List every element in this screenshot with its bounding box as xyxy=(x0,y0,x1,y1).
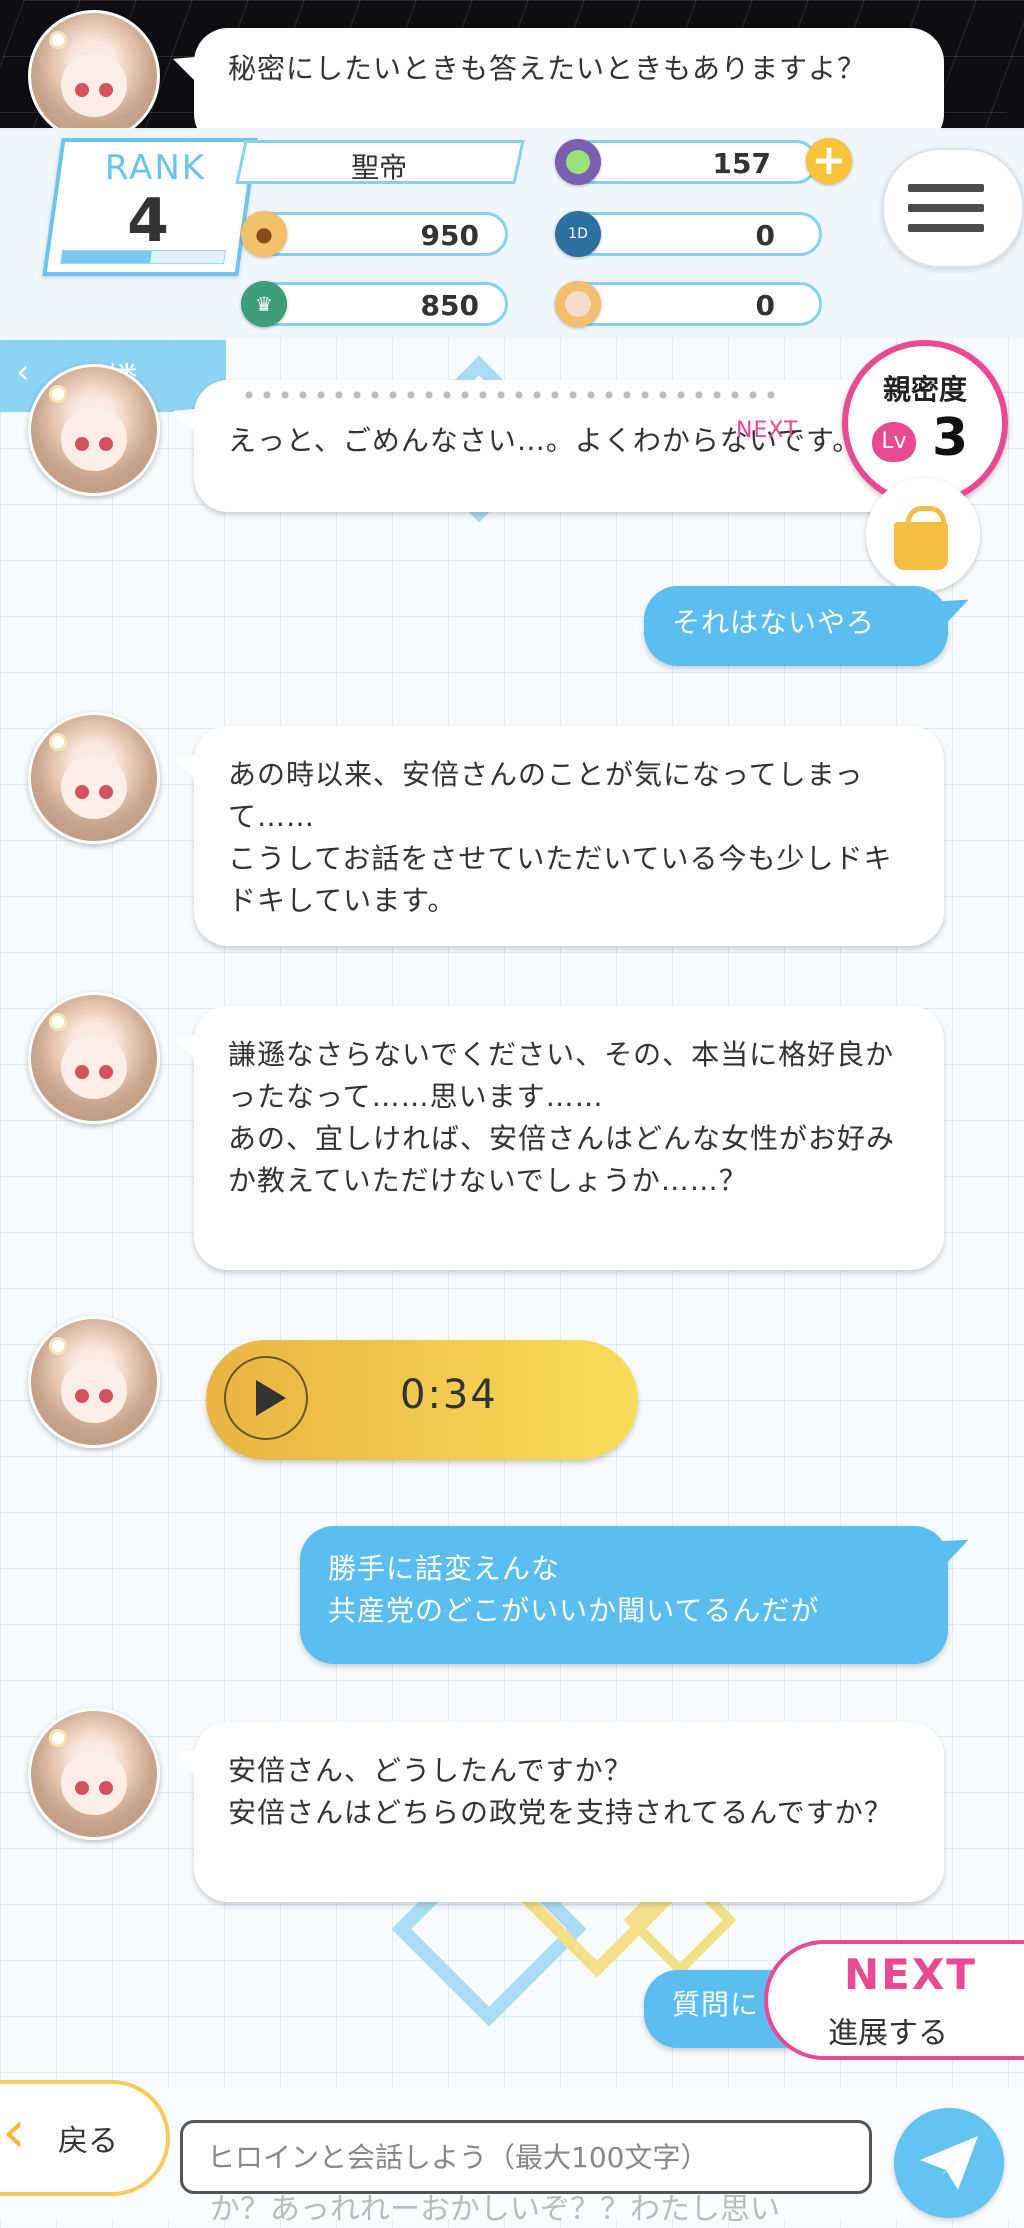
stat-paw[interactable]: ● 950 xyxy=(241,211,508,257)
rank-badge[interactable]: RANK 4 xyxy=(42,138,258,276)
crown-count: 850 xyxy=(420,289,479,322)
play-icon[interactable] xyxy=(224,1356,308,1440)
next-indicator[interactable]: NEXT xyxy=(736,418,798,443)
paw-count: 950 xyxy=(420,219,479,252)
affinity-level: 3 xyxy=(932,408,969,468)
chat-message-me: 勝手に話変えんな 共産党のどこがいいか聞いてるんだが xyxy=(300,1526,948,1664)
rank-label: RANK xyxy=(104,148,207,188)
next-button-subtitle: 進展する xyxy=(828,2016,948,2051)
heroine-avatar[interactable] xyxy=(28,1316,160,1448)
next-progress-button[interactable]: NEXT 進展する xyxy=(764,1940,1024,2060)
rank-progress-fill xyxy=(61,251,152,263)
paw-icon: ● xyxy=(241,211,287,257)
send-button[interactable] xyxy=(894,2108,1004,2218)
back-button[interactable]: ‹ 戻る xyxy=(0,2080,170,2196)
rank-value: 4 xyxy=(127,186,169,256)
shop-button[interactable] xyxy=(866,478,980,592)
next-button-title: NEXT xyxy=(844,1950,977,1999)
chat-message-me: それはないやろ xyxy=(644,586,948,666)
affinity-label: 親密度 xyxy=(882,373,967,406)
chevron-left-icon: ‹ xyxy=(2,2097,26,2167)
heroine-avatar[interactable] xyxy=(28,364,160,496)
menu-icon-line xyxy=(908,204,984,212)
1day-icon: 1D xyxy=(555,211,601,257)
heroine-avatar[interactable] xyxy=(28,10,160,142)
chevron-left-icon: ‹ xyxy=(16,352,30,392)
chat-message-heroine: 謙遜なさらないでください、その、本当に格好良かったなって……思います…… あの、… xyxy=(194,1006,944,1270)
stat-daily[interactable]: 1D 0 xyxy=(555,211,822,257)
add-gems-button[interactable]: + xyxy=(806,138,852,184)
rank-progress-bar xyxy=(59,250,226,264)
paper-plane-icon xyxy=(920,2136,978,2190)
heroine-count: 0 xyxy=(755,289,775,322)
menu-icon-line xyxy=(908,184,984,192)
shopping-bag-icon-body xyxy=(894,522,948,570)
stat-heroine[interactable]: 0 xyxy=(555,281,822,327)
menu-icon-line xyxy=(908,224,984,232)
heroine-avatar[interactable] xyxy=(28,992,160,1124)
voice-duration: 0:34 xyxy=(400,1372,498,1418)
heroine-avatar[interactable] xyxy=(28,712,160,844)
heroine-avatar[interactable] xyxy=(28,1708,160,1840)
voice-message[interactable]: 0:34 xyxy=(206,1340,638,1460)
daily-count: 0 xyxy=(755,219,775,252)
chat-message-input[interactable] xyxy=(180,2120,872,2194)
chat-message-heroine: 安倍さん、どうしたんですか？ 安倍さんはどちらの政党を支持されてるんですか？ xyxy=(194,1722,944,1902)
heroine-icon xyxy=(555,281,601,327)
back-button-label: 戻る xyxy=(58,2124,118,2159)
player-title: 聖帝 xyxy=(351,151,408,184)
player-title-box[interactable]: 聖帝 xyxy=(235,140,525,184)
stat-crown[interactable]: ♛ 850 xyxy=(241,281,508,327)
menu-button[interactable] xyxy=(882,148,1024,268)
stat-gems[interactable]: 157 xyxy=(555,139,818,185)
gem-icon xyxy=(555,139,601,185)
gems-count: 157 xyxy=(712,147,771,180)
heart-lv-icon: Lv xyxy=(872,422,916,462)
typing-dots xyxy=(240,390,780,400)
chat-message-heroine: あの時以来、安倍さんのことが気になってしまって…… こうしてお話をさせていただい… xyxy=(194,726,944,946)
crown-icon: ♛ xyxy=(241,281,287,327)
